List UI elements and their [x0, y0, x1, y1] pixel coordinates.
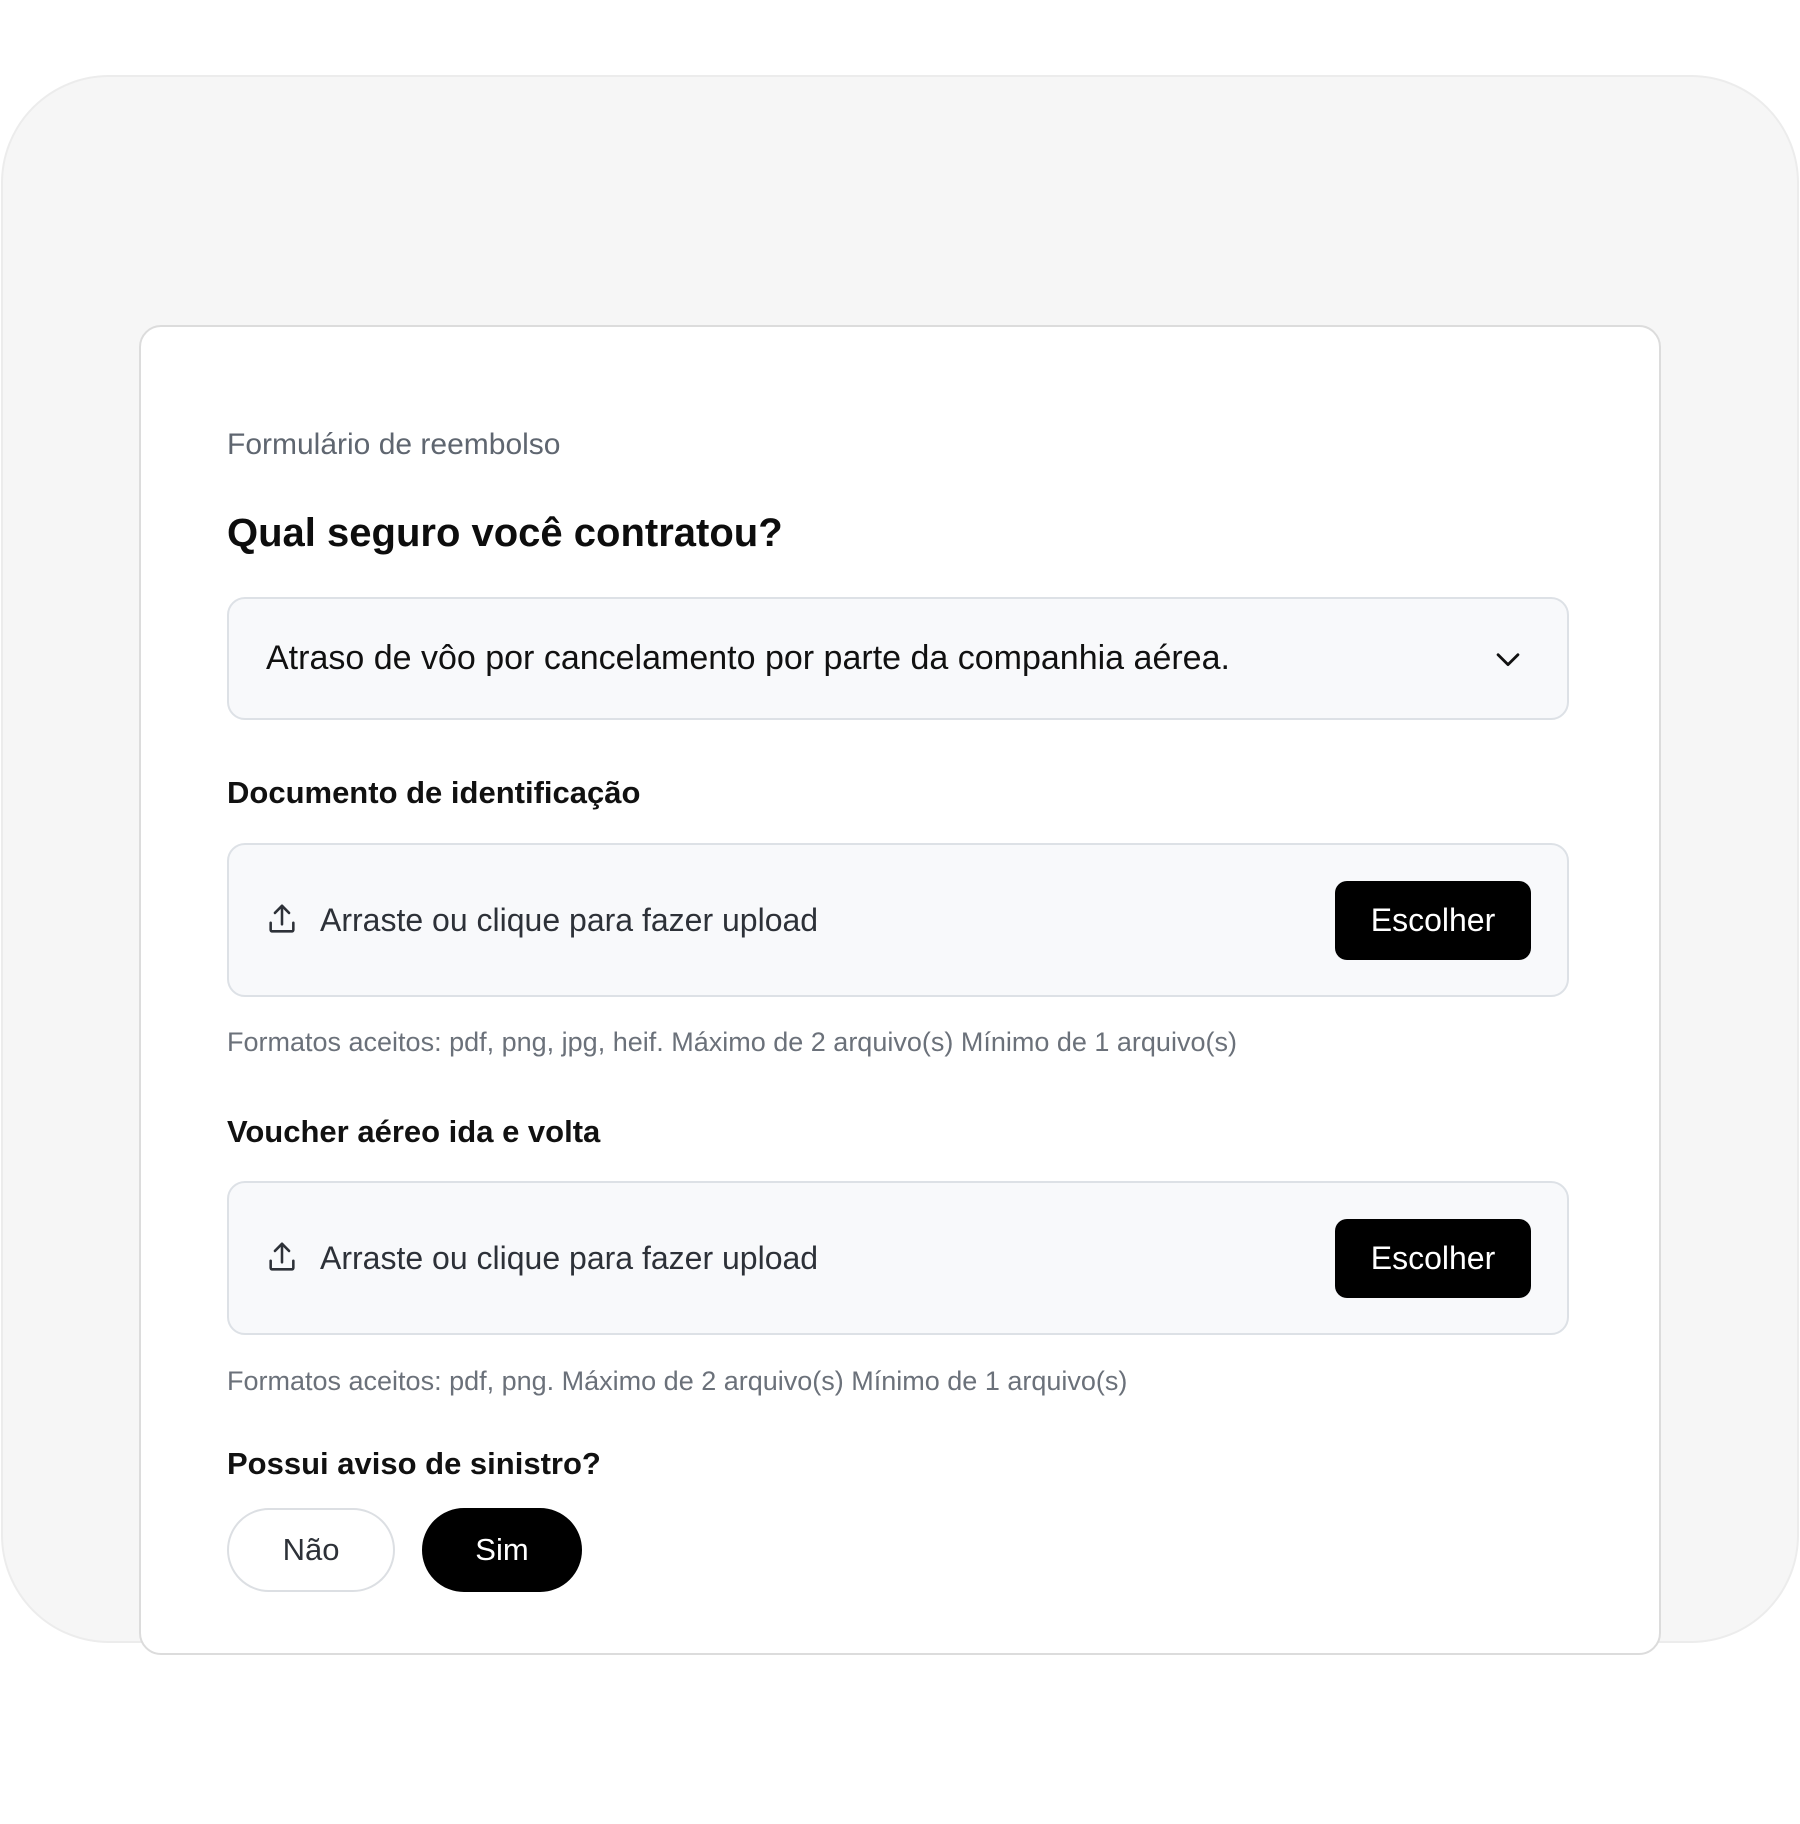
claim-notice-label: Possui aviso de sinistro?: [227, 1446, 601, 1481]
claim-notice-option-no[interactable]: Não: [227, 1508, 395, 1592]
flight-voucher-help-text: Formatos aceitos: pdf, png. Máximo de 2 …: [227, 1366, 1128, 1396]
flight-voucher-upload-text: Arraste ou clique para fazer upload: [320, 1240, 819, 1276]
flight-voucher-upload-dropzone[interactable]: Arraste ou clique para fazer upload Esco…: [227, 1181, 1569, 1335]
id-document-help-text: Formatos aceitos: pdf, png, jpg, heif. M…: [227, 1027, 1237, 1057]
id-document-upload-text: Arraste ou clique para fazer upload: [320, 902, 819, 938]
upload-icon: [269, 904, 295, 933]
flight-voucher-label: Voucher aéreo ida e volta: [227, 1114, 601, 1149]
insurance-select[interactable]: Atraso de vôo por cancelamento por parte…: [227, 597, 1569, 720]
page-title: Qual seguro você contratou?: [227, 511, 783, 555]
form-eyebrow: Formulário de reembolso: [227, 428, 561, 461]
insurance-select-value: Atraso de vôo por cancelamento por parte…: [266, 639, 1230, 677]
claim-notice-option-yes[interactable]: Sim: [422, 1508, 582, 1592]
id-document-label: Documento de identificação: [227, 775, 641, 810]
chevron-down-icon: [1496, 653, 1520, 667]
id-document-choose-button[interactable]: Escolher: [1335, 881, 1531, 960]
flight-voucher-choose-button[interactable]: Escolher: [1335, 1219, 1531, 1298]
upload-icon: [269, 1242, 295, 1271]
id-document-upload-dropzone[interactable]: Arraste ou clique para fazer upload Esco…: [227, 843, 1569, 997]
